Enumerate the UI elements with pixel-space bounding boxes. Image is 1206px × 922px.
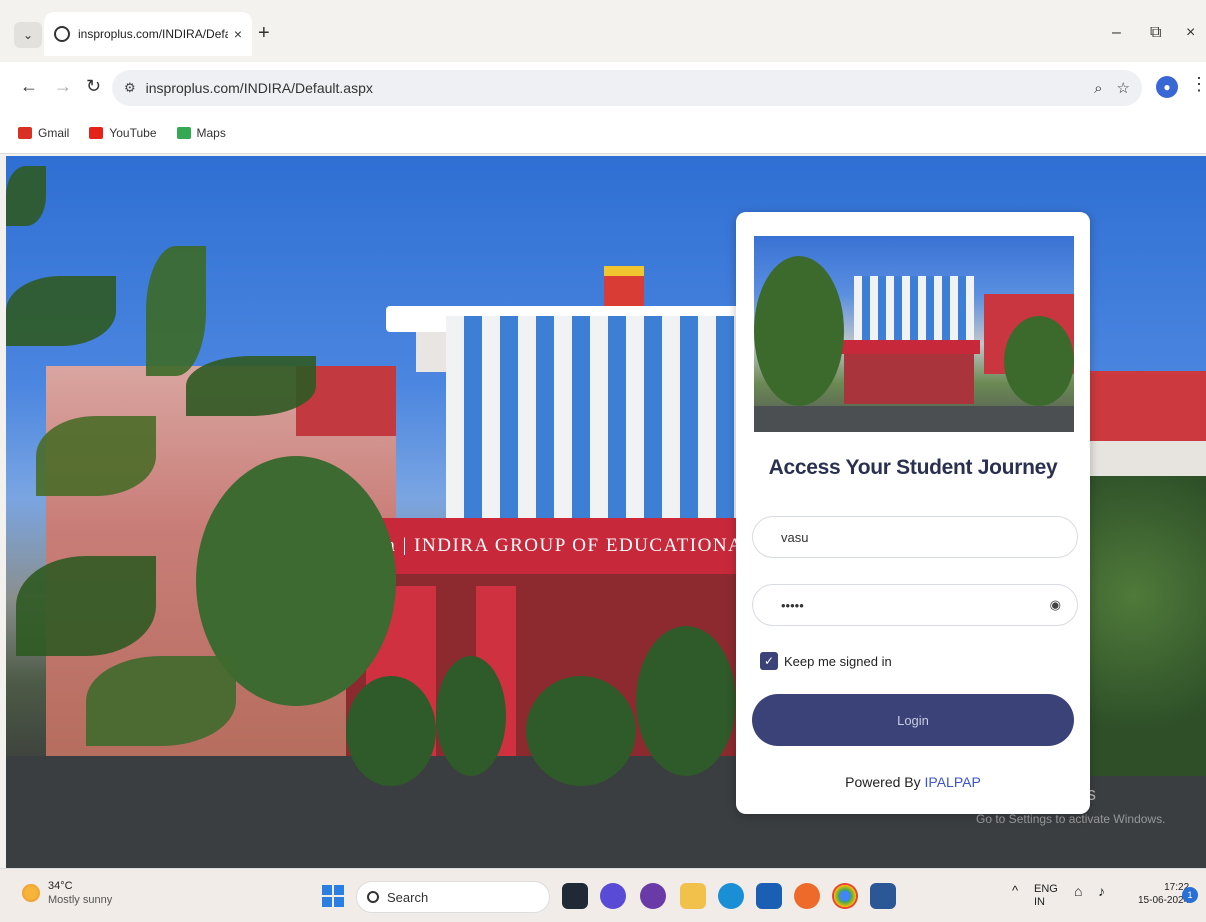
background-plant: [346, 676, 436, 786]
password-input[interactable]: [781, 597, 1050, 613]
weather-desc: Mostly sunny: [48, 894, 113, 906]
teams-chat-icon[interactable]: [600, 883, 626, 909]
bookmark-gmail[interactable]: Gmail: [18, 126, 69, 140]
url-text[interactable]: insproplus.com/INDIRA/Default.aspx: [146, 80, 1080, 96]
back-icon[interactable]: ←: [20, 76, 38, 97]
photo-sign: [840, 340, 980, 354]
photo-road: [754, 406, 1074, 432]
gmail-icon: [18, 126, 32, 139]
tab-search-button[interactable]: ⌄: [14, 22, 42, 48]
taskbar-search[interactable]: Search: [356, 881, 550, 913]
tab-close-icon[interactable]: ×: [234, 26, 242, 42]
bookmark-star-icon[interactable]: ☆: [1117, 79, 1130, 97]
reload-icon[interactable]: ↻: [86, 76, 101, 97]
background-plant: [526, 676, 636, 786]
browser-tab[interactable]: insproplus.com/INDIRA/Defaul ×: [44, 12, 252, 56]
background-leaf: [146, 246, 206, 376]
username-field[interactable]: [752, 516, 1078, 558]
language-code: ENG: [1034, 883, 1058, 895]
username-input[interactable]: [781, 529, 1061, 545]
bookmark-youtube[interactable]: YouTube: [89, 125, 157, 140]
photo-tree: [754, 256, 844, 406]
background-leaf: [186, 356, 316, 416]
search-icon: [367, 891, 379, 903]
keep-signed-in-checkbox[interactable]: ✓: [760, 652, 778, 670]
bookmark-label: Gmail: [38, 125, 70, 140]
photo-porch: [844, 354, 974, 404]
search-label: Search: [387, 889, 429, 905]
word-icon[interactable]: [870, 883, 896, 909]
bookmark-label: Maps: [196, 125, 226, 140]
weather-widget[interactable]: 34°C Mostly sunny: [22, 879, 112, 907]
weather-temp: 34°C: [48, 880, 73, 892]
keep-signed-in-label: Keep me signed in: [784, 653, 892, 669]
bookmark-label: YouTube: [109, 125, 157, 140]
background-leaf: [36, 416, 156, 496]
chrome-icon[interactable]: [832, 883, 858, 909]
login-title: Access Your Student Journey: [768, 456, 1058, 479]
firefox-icon[interactable]: [794, 883, 820, 909]
password-field[interactable]: ◉: [752, 584, 1078, 626]
login-card: Access Your Student Journey ◉ ✓ Keep me …: [736, 212, 1090, 814]
start-menu-icon[interactable]: [322, 885, 344, 907]
zoom-icon[interactable]: ⌕: [1094, 80, 1102, 97]
background-leaf: [86, 656, 236, 746]
activate-windows-watermark: Activate Windows: [954, 784, 1097, 804]
task-view-icon[interactable]: [562, 883, 588, 909]
youtube-icon: [89, 126, 104, 139]
forward-icon[interactable]: →: [54, 76, 72, 97]
site-info-icon[interactable]: ⚙: [124, 80, 136, 96]
weather-text: 34°C Mostly sunny: [48, 879, 112, 907]
background-building: [1086, 371, 1206, 451]
bookmarks-bar: Gmail YouTube Maps: [0, 112, 1206, 154]
notification-badge[interactable]: 1: [1182, 887, 1198, 903]
login-page-background: Indira | INDIRA GROUP OF EDUCATIONAL INS…: [6, 156, 1206, 868]
browser-menu-icon[interactable]: ⋮: [1190, 74, 1206, 95]
toggle-password-visibility-icon[interactable]: ◉: [1050, 597, 1061, 613]
app-icon[interactable]: [640, 883, 666, 909]
sun-icon: [22, 884, 40, 902]
network-icon[interactable]: ⌂: [1074, 883, 1082, 899]
background-plant: [436, 656, 506, 776]
powered-by-prefix: Powered By: [845, 774, 925, 790]
minimize-button[interactable]: –: [1112, 24, 1121, 42]
bookmark-maps[interactable]: Maps: [176, 125, 226, 140]
chevron-down-icon: ⌄: [22, 28, 34, 42]
store-icon[interactable]: [756, 883, 782, 909]
windows-taskbar: 34°C Mostly sunny Search ^ ENG IN ⌂ ♪ 17…: [0, 868, 1206, 922]
restore-button[interactable]: ⧉: [1150, 24, 1161, 42]
keep-signed-in[interactable]: ✓ Keep me signed in: [760, 652, 892, 670]
new-tab-button[interactable]: +: [258, 22, 270, 45]
tab-strip: ⌄ insproplus.com/INDIRA/Defaul × + – ⧉ ×: [0, 0, 1206, 62]
favicon-icon: [54, 26, 70, 42]
background-leaf: [6, 166, 46, 226]
background-leaf: [6, 276, 116, 346]
background-leaf: [16, 556, 156, 656]
photo-tree: [1004, 316, 1074, 406]
background-plant: [636, 626, 736, 776]
file-explorer-icon[interactable]: [680, 883, 706, 909]
profile-avatar-icon[interactable]: ●: [1156, 76, 1178, 98]
close-window-button[interactable]: ×: [1186, 24, 1195, 42]
volume-icon[interactable]: ♪: [1098, 883, 1105, 899]
language-indicator[interactable]: ENG IN: [1034, 883, 1058, 909]
campus-photo: [754, 236, 1074, 432]
login-button[interactable]: Login: [752, 694, 1074, 746]
edge-icon[interactable]: [718, 883, 744, 909]
maps-icon: [176, 126, 191, 139]
background-tree: [1086, 476, 1206, 776]
chevron-up-icon[interactable]: ^: [1012, 883, 1018, 898]
address-bar[interactable]: ⚙ insproplus.com/INDIRA/Default.aspx ⌕ ☆: [112, 70, 1142, 106]
background-tower: [604, 266, 644, 306]
tab-title: insproplus.com/INDIRA/Defaul: [78, 27, 228, 41]
language-region: IN: [1034, 896, 1045, 908]
activate-windows-watermark-sub: Go to Settings to activate Windows.: [976, 812, 1166, 826]
